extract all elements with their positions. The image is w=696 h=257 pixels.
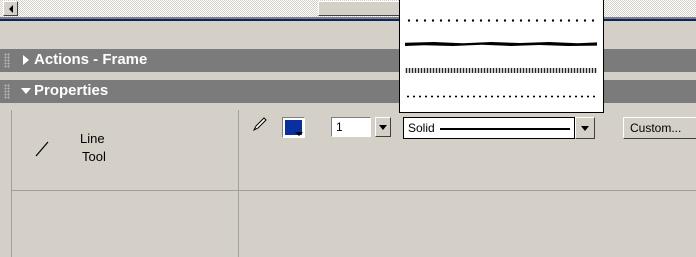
dropdown-arrow-icon — [581, 126, 589, 131]
stroke-style-value: Solid — [408, 121, 435, 135]
solid-line-preview — [440, 128, 570, 130]
stroke-style-option-hatched[interactable] — [405, 95, 597, 98]
stroke-style-option-dotted[interactable] — [405, 19, 597, 22]
stroke-style-select[interactable]: Solid — [403, 117, 575, 139]
dropdown-arrow-icon — [379, 125, 387, 130]
stroke-width-field[interactable]: 1 — [331, 117, 371, 137]
panel-grip-icon[interactable] — [4, 53, 10, 68]
actions-panel-title: Actions - Frame — [34, 51, 148, 68]
divider — [12, 190, 696, 191]
panel-grip-icon[interactable] — [4, 84, 10, 99]
stroke-width-dropdown-button[interactable] — [375, 117, 391, 137]
stroke-style-dropdown-button[interactable] — [575, 117, 595, 139]
stroke-color-swatch[interactable] — [282, 117, 305, 138]
collapsed-triangle-icon — [23, 55, 29, 65]
tool-name-line1: Line — [80, 131, 105, 146]
scroll-left-button[interactable] — [3, 1, 18, 16]
custom-stroke-button[interactable]: Custom... — [623, 117, 696, 139]
tool-name: Line Tool — [80, 130, 106, 166]
stroke-style-option-ragged[interactable] — [405, 42, 597, 46]
pencil-icon — [252, 117, 267, 132]
divider — [238, 110, 239, 257]
divider — [11, 110, 12, 257]
chevron-down-icon — [295, 132, 303, 136]
scroll-left-arrow-icon — [9, 5, 13, 13]
scroll-thumb[interactable] — [318, 1, 408, 16]
expanded-triangle-icon — [21, 88, 31, 94]
stroke-style-dropdown-list[interactable] — [399, 0, 604, 113]
stroke-style-option-stipple[interactable] — [405, 68, 597, 73]
tool-name-line2: Tool — [82, 149, 106, 164]
line-tool-icon — [35, 141, 49, 157]
properties-panel-title: Properties — [34, 82, 109, 99]
